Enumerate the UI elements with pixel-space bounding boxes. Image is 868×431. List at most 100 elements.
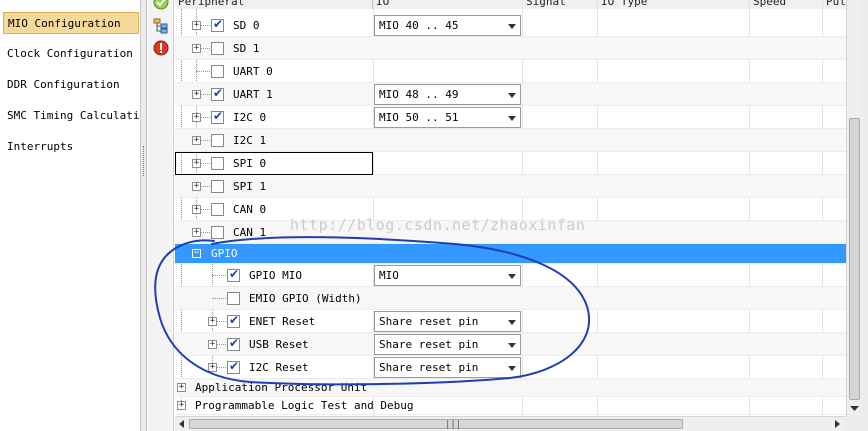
io-dropdown[interactable]: MIO 48 .. 49 [374, 84, 521, 105]
peripheral-label: EMIO GPIO (Width) [249, 292, 362, 305]
expand-icon[interactable]: + [192, 90, 201, 99]
tree-connector [212, 298, 226, 299]
expand-icon[interactable]: + [208, 340, 217, 349]
table-row-selected[interactable]: − GPIO [175, 244, 846, 264]
io-dropdown[interactable]: Share reset pin [374, 311, 521, 332]
column-header-io[interactable]: IO [373, 0, 523, 9]
expand-icon[interactable]: + [192, 228, 201, 237]
peripheral-checkbox[interactable] [227, 292, 240, 305]
peripheral-checkbox[interactable]: ✔ [211, 17, 224, 32]
chevron-down-icon [508, 274, 516, 279]
table-row[interactable]: ✔ GPIO MIO MIO [175, 264, 846, 287]
nav-item-smc-timing-calculation[interactable]: SMC Timing Calculation [3, 105, 139, 127]
table-row[interactable]: + SD 1 [175, 37, 846, 60]
peripheral-checkbox[interactable]: ✔ [227, 359, 240, 374]
table-row[interactable]: + ✔ SD 0 MIO 40 .. 45 [175, 14, 846, 37]
checkmark-icon: ✔ [213, 86, 224, 100]
nav-item-clock-configuration[interactable]: Clock Configuration [3, 43, 139, 65]
expand-icon[interactable]: + [192, 113, 201, 122]
vertical-scrollbar[interactable] [846, 0, 862, 416]
expand-icon[interactable]: + [208, 363, 217, 372]
nav-item-ddr-configuration[interactable]: DDR Configuration [3, 74, 139, 96]
expand-icon[interactable]: + [208, 317, 217, 326]
peripheral-label: SD 0 [233, 19, 260, 32]
splitter-grip[interactable] [143, 146, 145, 176]
table-row[interactable]: UART 0 [175, 60, 846, 83]
expand-icon[interactable]: + [192, 44, 201, 53]
expand-icon[interactable]: + [177, 401, 186, 410]
table-row[interactable]: + CAN 1 [175, 221, 846, 244]
expand-icon[interactable]: + [192, 136, 201, 145]
peripheral-checkbox[interactable] [211, 226, 224, 239]
wizard-icon[interactable] [153, 0, 169, 10]
peripheral-checkbox[interactable]: ✔ [211, 86, 224, 101]
table-row[interactable]: + ✔ I2C 0 MIO 50 .. 51 [175, 106, 846, 129]
error-icon[interactable] [153, 40, 169, 56]
table-row[interactable]: + ✔ USB Reset Share reset pin [175, 333, 846, 356]
expand-icon[interactable]: + [192, 21, 201, 30]
io-dropdown[interactable]: MIO [374, 265, 521, 286]
group-label: Programmable Logic Test and Debug [195, 399, 414, 412]
table-row[interactable]: + Programmable Logic Test and Debug [175, 397, 846, 415]
peripheral-checkbox[interactable] [211, 180, 224, 193]
chevron-down-icon [508, 343, 516, 348]
table-row[interactable]: + I2C 1 [175, 129, 846, 152]
table-row[interactable]: + SPI 1 [175, 175, 846, 198]
column-header-pullup[interactable]: Pul [823, 0, 846, 9]
peripheral-checkbox[interactable]: ✔ [227, 267, 240, 282]
panel-splitter[interactable] [141, 0, 147, 431]
peripheral-checkbox[interactable] [211, 134, 224, 147]
scroll-left-arrow-icon[interactable] [179, 420, 184, 428]
peripheral-label: USB Reset [249, 338, 309, 351]
collapse-icon[interactable]: − [192, 249, 201, 258]
scroll-right-arrow-icon[interactable] [835, 420, 840, 428]
peripheral-checkbox[interactable]: ✔ [227, 313, 240, 328]
nav-item-interrupts[interactable]: Interrupts [3, 136, 139, 158]
tree-structure-icon[interactable] [153, 18, 169, 34]
table-row[interactable]: + SPI 0 [175, 152, 846, 175]
peripheral-label: I2C 1 [233, 134, 267, 147]
tool-strip [148, 0, 174, 431]
column-header-signal[interactable]: Signal [523, 0, 598, 9]
table-row[interactable]: + ✔ ENET Reset Share reset pin [175, 310, 846, 333]
scroll-down-arrow-icon[interactable] [847, 401, 862, 416]
peripheral-label: I2C Reset [249, 361, 309, 374]
nav-item-mio-configuration[interactable]: MIO Configuration [3, 12, 139, 34]
vertical-scroll-thumb[interactable] [849, 118, 860, 400]
io-dropdown[interactable]: Share reset pin [374, 357, 521, 378]
peripheral-checkbox[interactable] [211, 65, 224, 78]
table-row[interactable]: + Application Processor Unit [175, 379, 846, 397]
io-dropdown[interactable]: MIO 50 .. 51 [374, 107, 521, 128]
peripheral-checkbox[interactable] [211, 203, 224, 216]
peripheral-checkbox[interactable]: ✔ [227, 336, 240, 351]
tree-connector [212, 275, 226, 276]
expand-icon[interactable]: + [177, 383, 186, 392]
checkmark-icon: ✔ [229, 313, 240, 327]
io-dropdown[interactable]: Share reset pin [374, 334, 521, 355]
checkmark-icon: ✔ [229, 267, 240, 281]
io-dropdown-value: MIO 48 .. 49 [379, 88, 459, 101]
horizontal-scrollbar[interactable]: ||| [175, 416, 846, 431]
scroll-corner [846, 416, 868, 431]
io-dropdown[interactable]: MIO 40 .. 45 [374, 15, 521, 36]
chevron-down-icon [508, 320, 516, 325]
io-dropdown-value: MIO [379, 269, 399, 282]
peripheral-label: ENET Reset [249, 315, 316, 328]
io-dropdown-value: Share reset pin [379, 338, 479, 351]
expand-icon[interactable]: + [192, 205, 201, 214]
peripheral-checkbox[interactable] [211, 42, 224, 55]
peripheral-label: UART 0 [233, 65, 273, 78]
column-header-speed[interactable]: Speed [750, 0, 823, 9]
horizontal-scroll-thumb[interactable]: ||| [189, 419, 683, 430]
table-row[interactable]: EMIO GPIO (Width) [175, 287, 846, 310]
column-header-io-type[interactable]: IO Type [598, 0, 750, 9]
column-header-peripheral[interactable]: Peripheral [175, 0, 373, 9]
grip-icon: ||| [445, 420, 462, 430]
peripheral-label: I2C 0 [233, 111, 267, 124]
peripheral-label: SD 1 [233, 42, 260, 55]
table-row[interactable]: + CAN 0 [175, 198, 846, 221]
expand-icon[interactable]: + [192, 182, 201, 191]
peripheral-checkbox[interactable]: ✔ [211, 109, 224, 124]
table-row[interactable]: + ✔ UART 1 MIO 48 .. 49 [175, 83, 846, 106]
table-row[interactable]: + ✔ I2C Reset Share reset pin [175, 356, 846, 379]
